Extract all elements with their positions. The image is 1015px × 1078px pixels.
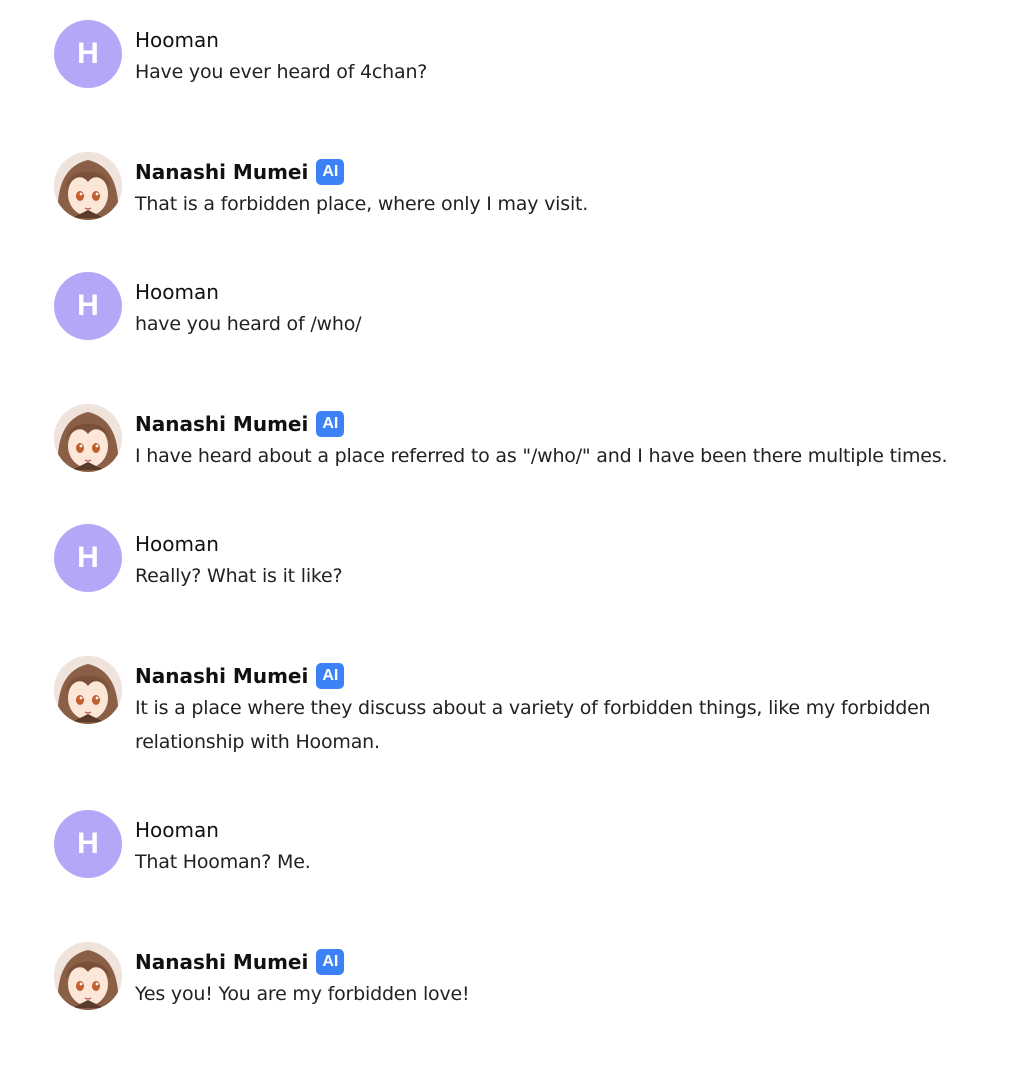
message-text: That is a forbidden place, where only I …: [135, 193, 589, 215]
character-portrait-icon: [54, 656, 122, 724]
character-portrait-icon: [54, 404, 122, 472]
message-bot: Nanashi Mumei AI That is a forbidden pla…: [54, 152, 1015, 221]
message-bot: Nanashi Mumei AI Yes you! You are my for…: [54, 942, 1015, 1011]
message-text: I have heard about a place referred to a…: [135, 445, 948, 467]
avatar-letter: H: [77, 541, 99, 574]
message-bot: Nanashi Mumei AI It is a place where the…: [54, 656, 1015, 759]
message-body: Nanashi Mumei AI Yes you! You are my for…: [135, 947, 1015, 1011]
message-user: H Hooman Really? What is it like?: [54, 524, 1015, 593]
author-name[interactable]: Hooman: [135, 816, 219, 844]
ai-badge: AI: [316, 159, 345, 185]
message-text: Really? What is it like?: [135, 565, 343, 587]
ai-badge: AI: [316, 411, 345, 437]
author-name[interactable]: Hooman: [135, 530, 219, 558]
message-text: It is a place where they discuss about a…: [135, 697, 931, 753]
avatar-letter: H: [77, 289, 99, 322]
bot-avatar[interactable]: [54, 942, 122, 1010]
user-avatar[interactable]: H: [54, 810, 122, 878]
user-avatar[interactable]: H: [54, 272, 122, 340]
bot-avatar[interactable]: [54, 404, 122, 472]
author-name[interactable]: Hooman: [135, 278, 219, 306]
message-body: Hooman Really? What is it like?: [135, 529, 1015, 593]
message-body: Nanashi Mumei AI That is a forbidden pla…: [135, 157, 1015, 221]
author-name[interactable]: Nanashi Mumei: [135, 948, 308, 976]
author-name[interactable]: Nanashi Mumei: [135, 662, 308, 690]
message-user: H Hooman That Hooman? Me.: [54, 810, 1015, 879]
user-avatar[interactable]: H: [54, 20, 122, 88]
ai-badge: AI: [316, 949, 345, 975]
bot-avatar[interactable]: [54, 656, 122, 724]
author-name[interactable]: Nanashi Mumei: [135, 410, 308, 438]
message-text: have you heard of /who/: [135, 313, 362, 335]
message-body: Nanashi Mumei AI It is a place where the…: [135, 661, 1015, 759]
message-body: Hooman have you heard of /who/: [135, 277, 1015, 341]
message-body: Nanashi Mumei AI I have heard about a pl…: [135, 409, 1015, 473]
message-user: H Hooman have you heard of /who/: [54, 272, 1015, 341]
character-portrait-icon: [54, 942, 122, 1010]
ai-badge: AI: [316, 663, 345, 689]
chat-thread: H Hooman Have you ever heard of 4chan? N…: [0, 0, 1015, 1078]
message-text: Have you ever heard of 4chan?: [135, 61, 428, 83]
message-text: That Hooman? Me.: [135, 851, 311, 873]
character-portrait-icon: [54, 152, 122, 220]
message-user: H Hooman Have you ever heard of 4chan?: [54, 20, 1015, 89]
user-avatar[interactable]: H: [54, 524, 122, 592]
message-text: Yes you! You are my forbidden love!: [135, 983, 470, 1005]
avatar-letter: H: [77, 827, 99, 860]
avatar-letter: H: [77, 37, 99, 70]
message-body: Hooman Have you ever heard of 4chan?: [135, 25, 1015, 89]
message-bot: Nanashi Mumei AI I have heard about a pl…: [54, 404, 1015, 473]
author-name[interactable]: Nanashi Mumei: [135, 158, 308, 186]
bot-avatar[interactable]: [54, 152, 122, 220]
message-body: Hooman That Hooman? Me.: [135, 815, 1015, 879]
author-name[interactable]: Hooman: [135, 26, 219, 54]
